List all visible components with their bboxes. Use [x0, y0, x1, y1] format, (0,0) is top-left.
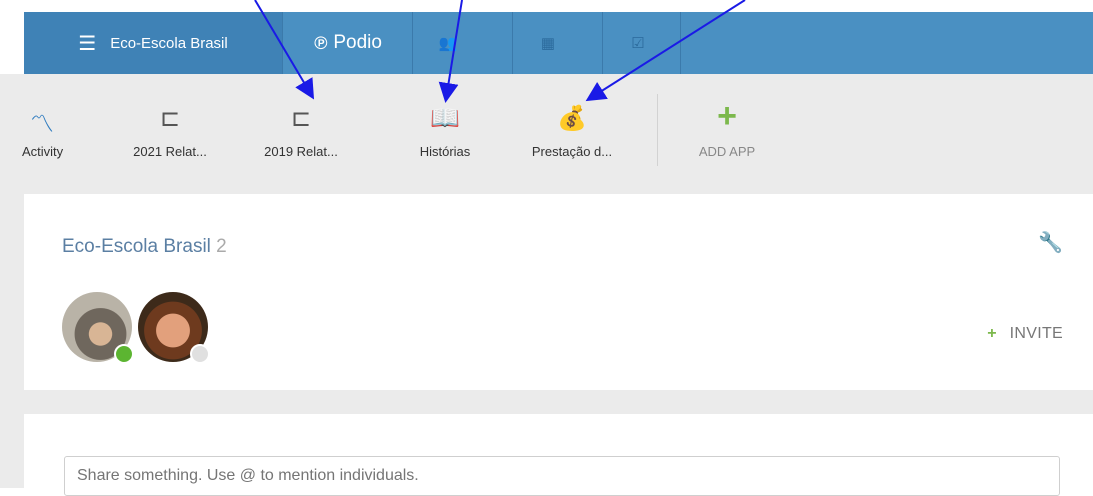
app-label: 2019 Relat...: [264, 144, 338, 159]
workspace-name: Eco-Escola Brasil: [110, 34, 228, 52]
contacts-button[interactable]: 👥: [412, 12, 483, 74]
left-gutter: [0, 194, 24, 488]
invite-label: INVITE: [1009, 325, 1063, 342]
app-2021-relatorio[interactable]: ⊏ 2021 Relat...: [125, 104, 215, 159]
hamburger-icon: ☰: [78, 32, 97, 55]
workspace-card: Eco-Escola Brasil 2 🔧 + INVITE: [24, 194, 1093, 390]
workspace-menu-button[interactable]: ☰ Eco-Escola Brasil: [24, 12, 282, 74]
member-count: 2: [216, 236, 227, 257]
app-label: Activity: [22, 144, 64, 159]
share-input[interactable]: [64, 456, 1060, 496]
app-activity[interactable]: 〽 Activity: [22, 104, 64, 159]
tasks-button[interactable]: ☑: [602, 12, 673, 74]
inbox-icon: ⊏: [159, 105, 181, 132]
app-historias[interactable]: 📖 Histórias: [410, 104, 480, 159]
top-navigation-bar: ☰ Eco-Escola Brasil ℗ Podio 👥 ▦ ☑: [24, 12, 1093, 74]
app-label: ADD APP: [698, 144, 756, 159]
section-gap: [0, 390, 1093, 414]
plus-icon: +: [987, 325, 997, 342]
offline-status-dot: [190, 344, 210, 364]
topbar-divider: [680, 12, 681, 74]
activity-icon: 〽: [30, 111, 54, 138]
contacts-icon: 👥: [438, 35, 458, 52]
brand-name: Podio: [333, 32, 382, 53]
plus-icon: +: [717, 97, 737, 135]
app-label: Histórias: [419, 144, 471, 159]
podio-logo-icon: ℗: [314, 32, 328, 53]
app-2019-relatorio[interactable]: ⊏ 2019 Relat...: [256, 104, 346, 159]
app-prestacao[interactable]: 💰 Prestação d...: [522, 104, 622, 159]
calendar-button[interactable]: ▦: [512, 12, 583, 74]
inbox-icon: ⊏: [290, 105, 312, 132]
appbar-divider: [657, 94, 658, 166]
wrench-icon[interactable]: 🔧: [1038, 230, 1063, 255]
money-bag-icon: 💰: [557, 105, 587, 132]
online-status-dot: [114, 344, 134, 364]
workspace-title[interactable]: Eco-Escola Brasil 2: [62, 236, 227, 258]
invite-button[interactable]: + INVITE: [987, 325, 1063, 343]
add-app-button[interactable]: + ADD APP: [690, 97, 764, 159]
podio-home-link[interactable]: ℗ Podio: [282, 12, 413, 74]
book-icon: 📖: [430, 105, 460, 132]
tasks-icon: ☑: [631, 35, 645, 52]
app-label: 2021 Relat...: [133, 144, 207, 159]
share-card: [24, 414, 1093, 496]
app-label: Prestação d...: [531, 144, 613, 159]
app-bar: 〽 Activity ⊏ 2021 Relat... ⊏ 2019 Relat.…: [0, 74, 1093, 194]
workspace-title-text: Eco-Escola Brasil: [62, 236, 211, 257]
calendar-icon: ▦: [540, 35, 556, 52]
